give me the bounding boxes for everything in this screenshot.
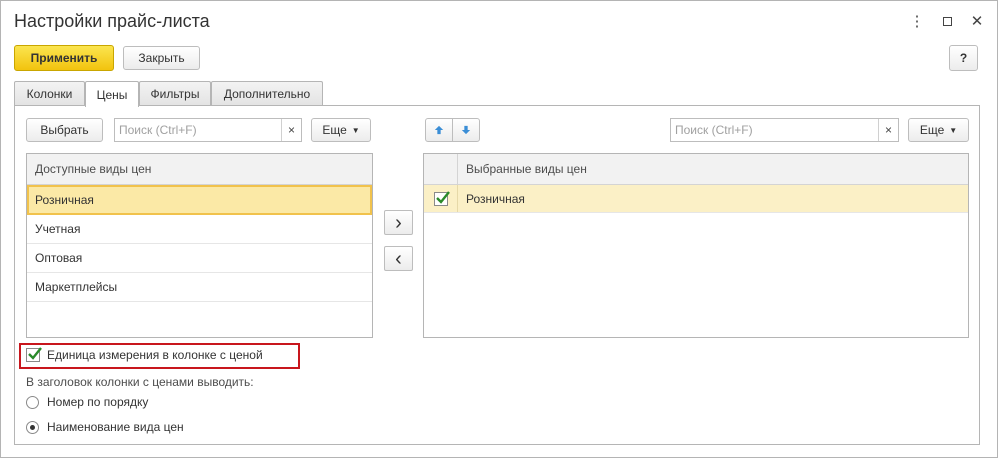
available-prices-list: Доступные виды цен Розничная Учетная Опт… (26, 153, 373, 338)
chevron-left-icon: ‹ (395, 247, 402, 270)
more-actions-icon[interactable]: ⋮ (906, 11, 928, 33)
radio-number-label: Номер по порядку (47, 395, 149, 409)
selected-prices-list: Выбранные виды цен Розничная (423, 153, 969, 338)
unit-checkbox[interactable] (26, 347, 42, 362)
prices-tab-panel: Выбрать Поиск (Ctrl+F) × Еще ▼ Доступные… (14, 105, 980, 445)
list-item[interactable]: Розничная (27, 185, 372, 215)
close-window-icon[interactable]: ✕ (966, 11, 988, 33)
left-search-input[interactable]: Поиск (Ctrl+F) × (114, 118, 302, 142)
window-title: Настройки прайс-листа (14, 11, 210, 31)
list-item[interactable]: Оптовая (27, 244, 372, 273)
left-search-placeholder: Поиск (Ctrl+F) (119, 123, 197, 137)
remove-from-selected-button[interactable]: ‹ (384, 246, 413, 271)
available-prices-header: Доступные виды цен (27, 154, 372, 185)
maximize-icon[interactable] (936, 11, 958, 33)
selected-prices-header-row: Выбранные виды цен (424, 154, 968, 185)
right-search-clear-icon[interactable]: × (878, 119, 898, 141)
chevron-down-icon: ▼ (351, 125, 360, 135)
list-item[interactable]: Учетная (27, 215, 372, 244)
tab-filters[interactable]: Фильтры (139, 81, 211, 106)
tab-columns[interactable]: Колонки (14, 81, 85, 106)
left-more-label: Еще (322, 123, 347, 137)
radio-number-row[interactable]: Номер по порядку (26, 395, 148, 409)
check-column-header (424, 154, 458, 184)
left-search-clear-icon[interactable]: × (281, 119, 301, 141)
left-more-button[interactable]: Еще ▼ (311, 118, 371, 142)
arrow-down-icon (461, 125, 471, 135)
header-caption: В заголовок колонки с ценами выводить: (26, 375, 254, 389)
price-list-settings-window: Настройки прайс-листа ⋮ ✕ Применить Закр… (0, 0, 998, 458)
right-search-input[interactable]: Поиск (Ctrl+F) × (670, 118, 899, 142)
radio-name-row[interactable]: Наименование вида цен (26, 420, 184, 434)
right-search-placeholder: Поиск (Ctrl+F) (675, 123, 753, 137)
move-down-button[interactable] (452, 118, 480, 142)
row-check-cell (424, 185, 458, 212)
chevron-down-icon: ▼ (949, 125, 958, 135)
selected-prices-header: Выбранные виды цен (466, 162, 587, 176)
radio-number[interactable] (26, 395, 39, 409)
unit-checkbox-row[interactable]: Единица измерения в колонке с ценой (26, 347, 263, 362)
radio-name[interactable] (26, 420, 39, 434)
select-button[interactable]: Выбрать (26, 118, 103, 142)
apply-button[interactable]: Применить (14, 45, 114, 71)
row-checkbox[interactable] (433, 190, 450, 206)
right-more-label: Еще (919, 123, 945, 137)
close-button[interactable]: Закрыть (123, 46, 200, 70)
move-up-button[interactable] (425, 118, 453, 142)
row-label: Розничная (466, 191, 525, 206)
chevron-right-icon: › (395, 211, 402, 234)
list-item[interactable]: Маркетплейсы (27, 273, 372, 302)
tab-prices[interactable]: Цены (85, 81, 139, 107)
checkmark-icon (28, 347, 42, 360)
add-to-selected-button[interactable]: › (384, 210, 413, 235)
help-button[interactable]: ? (949, 45, 978, 71)
table-row[interactable]: Розничная (424, 185, 968, 213)
right-more-button[interactable]: Еще ▼ (908, 118, 969, 142)
checkmark-icon (435, 190, 450, 204)
unit-checkbox-label: Единица измерения в колонке с ценой (47, 348, 263, 362)
radio-name-label: Наименование вида цен (47, 420, 184, 434)
tab-additional[interactable]: Дополнительно (211, 81, 323, 106)
arrow-up-icon (434, 125, 444, 135)
